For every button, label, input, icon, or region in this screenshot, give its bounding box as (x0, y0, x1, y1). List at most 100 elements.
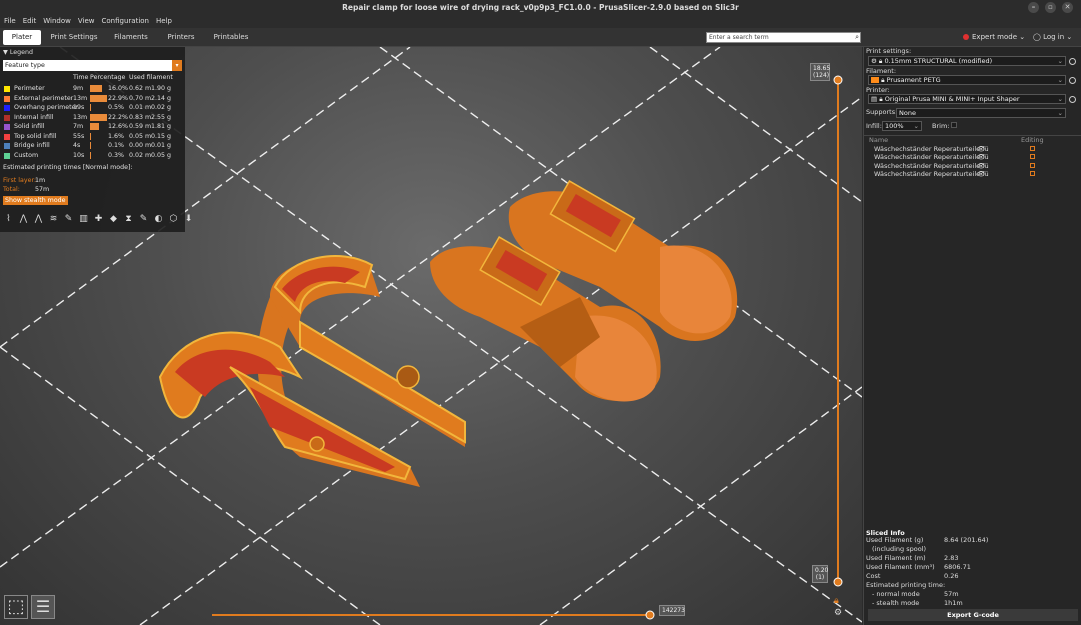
legend-feature-time: 4s (73, 142, 81, 149)
close-icon[interactable]: ✕ (1062, 2, 1073, 13)
color-changes-icon[interactable]: ✚ (92, 213, 105, 226)
export-gcode-button[interactable]: Export G-code (868, 609, 1078, 621)
editing-icon[interactable] (1030, 154, 1035, 160)
total-label: Total: (3, 186, 20, 193)
tool-marker-icon[interactable]: ⬡ (167, 213, 180, 226)
print-settings-select[interactable]: ⚙ 🔒︎ 0.15mm STRUCTURAL (modified) ⌄ (868, 56, 1066, 66)
login-button[interactable]: ◯ Log in ⌄ (1033, 33, 1072, 41)
legend-feature-meters: 0.02 m (129, 151, 152, 159)
tab-filaments[interactable]: Filaments (108, 30, 154, 45)
object-list-item[interactable]: Wäschechständer Reperaturteile fü 👁︎ (874, 145, 1044, 153)
menu-window[interactable]: Window (43, 15, 71, 28)
minimize-icon[interactable]: – (1028, 2, 1039, 13)
printer-select[interactable]: ▤ 🔒︎ Original Prusa MINI & MINI+ Input S… (868, 94, 1066, 104)
legend-row[interactable]: Bridge infill 4s 0.1% 0.00 m 0.01 g (0, 141, 185, 150)
feature-type-select[interactable]: Feature type ▾ (3, 60, 182, 71)
first-layer-value: 1m (35, 177, 46, 184)
brim-checkbox[interactable] (951, 122, 957, 128)
menu-help[interactable]: Help (156, 15, 172, 28)
legend-row[interactable]: Top solid infill 55s 1.6% 0.05 m 0.15 g (0, 132, 185, 141)
legend-feature-name: Perimeter (14, 85, 45, 92)
legend-percentage-bar (90, 94, 107, 102)
legend-percentage-bar (90, 85, 102, 92)
search-input[interactable]: Enter a search term ⌕ (706, 32, 861, 43)
legend-panel: ▼ Legend Feature type ▾ Time Percentage … (0, 47, 192, 232)
search-icon[interactable]: ⌕ (855, 33, 859, 42)
tab-printers[interactable]: Printers (162, 30, 200, 45)
eye-icon[interactable]: 👁︎ (977, 170, 985, 178)
legend-row[interactable]: Internal infill 13m 22.2% 0.83 m 2.55 g (0, 113, 185, 122)
object-list-item[interactable]: Wäschechständer Reperaturteile fü 👁︎ (874, 170, 1044, 178)
edit-filament-icon[interactable] (1069, 77, 1076, 84)
vertical-layer-slider[interactable] (833, 75, 843, 587)
legend-columns: Time Percentage Used filament (0, 73, 185, 82)
sliced-info-label: Cost (866, 572, 881, 580)
deretractions-icon[interactable]: ≋ (47, 213, 60, 226)
editing-icon[interactable] (1030, 162, 1035, 168)
eye-icon[interactable]: 👁︎ (977, 153, 985, 161)
legend-header[interactable]: ▼ Legend (0, 47, 185, 58)
3d-view-icon[interactable]: ⬚ (4, 595, 28, 619)
tool-changes-icon[interactable]: ▥ (77, 213, 90, 226)
tab-print-settings[interactable]: Print Settings (48, 30, 100, 45)
travel-icon[interactable]: ⌇ (2, 213, 15, 226)
shells-icon[interactable]: ◐ (152, 213, 165, 226)
filament-select[interactable]: 🔒︎ Prusament PETG ⌄ (868, 75, 1066, 85)
legend-feature-name: Bridge infill (14, 142, 50, 149)
menu-view[interactable]: View (78, 15, 95, 28)
legend-feature-grams: 2.55 g (151, 113, 172, 121)
column-time: Time (73, 74, 89, 81)
legend-feature-percent: 22.2% (108, 113, 129, 121)
expert-mode-icon (963, 34, 969, 40)
legend-feature-grams: 0.02 g (151, 104, 172, 111)
show-stealth-mode-button[interactable]: Show stealth mode (3, 196, 68, 205)
sliced-info-label: Used Filament (mm³) (866, 563, 935, 571)
infill-label: Infill: (866, 122, 882, 130)
bottom-layer-label: 0.20 (1) (812, 565, 828, 583)
supports-select[interactable]: None ⌄ (896, 108, 1066, 118)
menu-configuration[interactable]: Configuration (102, 15, 149, 28)
filament-value: Prusament PETG (886, 76, 941, 84)
chevron-down-icon: ⌄ (1057, 57, 1063, 65)
sliced-info-label: (including spool) (872, 545, 927, 553)
legend-row[interactable]: Overhang perimeter 19s 0.5% 0.01 m 0.02 g (0, 103, 185, 112)
show-tool-icon[interactable]: ⬇ (182, 213, 195, 226)
maximize-icon[interactable]: ▫ (1045, 2, 1056, 13)
object-list-item[interactable]: Wäschechständer Reperaturteile fü 👁︎ (874, 153, 1044, 161)
settings-cog-icon[interactable]: ⚙ (834, 608, 842, 618)
sliced-info-value: 2.83 (944, 554, 959, 562)
preview-layers-icon[interactable]: ☰ (31, 595, 55, 619)
legend-color-swatch (4, 152, 10, 159)
edit-printer-icon[interactable] (1069, 96, 1076, 103)
legend-percentage-bar (90, 123, 99, 130)
estimated-times-label: Estimated printing times [Normal mode]: (3, 164, 133, 171)
pause-prints-icon[interactable]: ◆ (107, 213, 120, 226)
eye-icon[interactable]: 👁︎ (977, 162, 985, 170)
column-used-filament: Used filament (129, 74, 173, 81)
legend-row[interactable]: Solid infill 7m 12.6% 0.59 m 1.81 g (0, 122, 185, 131)
legend-row[interactable]: Custom 10s 0.3% 0.02 m 0.05 g (0, 151, 185, 160)
custom-gcodes-icon[interactable]: ⧗ (122, 213, 135, 226)
object-name: Wäschechständer Reperaturteile fü (874, 169, 989, 178)
menu-file[interactable]: File (4, 15, 16, 28)
legend-row[interactable]: Perimeter 9m 16.0% 0.62 m 1.90 g (0, 84, 185, 93)
editing-icon[interactable] (1030, 146, 1035, 151)
object-list-item[interactable]: Wäschechständer Reperaturteile fü 👁︎ (874, 162, 1044, 170)
menu-edit[interactable]: Edit (23, 15, 37, 28)
eye-icon[interactable]: 👁︎ (977, 145, 985, 153)
retractions-icon[interactable]: ⋀ (32, 213, 45, 226)
mode-selector[interactable]: Expert mode ⌄ (963, 33, 1025, 41)
tab-plater[interactable]: Plater (3, 30, 41, 45)
legend-feature-grams: 1.81 g (151, 123, 172, 130)
wipe-icon[interactable]: ⋀ (17, 213, 30, 226)
lock-icon[interactable]: 🔒︎ (834, 596, 839, 606)
legend-row[interactable]: External perimeter 13m 22.9% 0.70 m 2.14 g (0, 94, 185, 103)
right-sidebar: Print settings: ⚙ 🔒︎ 0.15mm STRUCTURAL (… (863, 47, 1081, 625)
editing-icon[interactable] (1030, 170, 1035, 176)
edit-preset-icon[interactable] (1069, 58, 1076, 65)
tab-printables[interactable]: Printables (208, 30, 254, 45)
center-of-gravity-icon[interactable]: ✎ (137, 213, 150, 226)
infill-select[interactable]: 100% ⌄ (882, 121, 922, 131)
horizontal-move-slider[interactable] (212, 610, 655, 620)
seams-icon[interactable]: ✎ (62, 213, 75, 226)
